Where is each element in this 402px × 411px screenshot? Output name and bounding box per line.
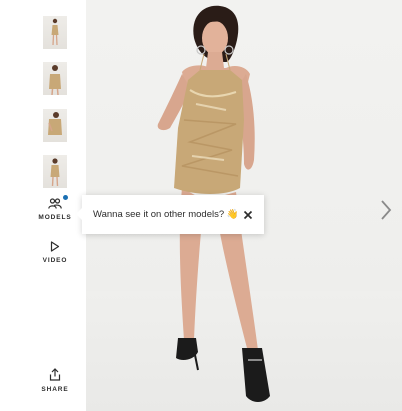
models-tooltip: Wanna see it on other models? 👋	[76, 195, 264, 234]
models-label: MODELS	[38, 214, 72, 221]
video-label: VIDEO	[42, 257, 68, 264]
share-button[interactable]: SHARE	[34, 368, 76, 393]
thumbnail-front[interactable]	[43, 16, 67, 49]
models-button[interactable]: MODELS	[34, 195, 76, 221]
thumbnail-close-up-image	[49, 65, 61, 95]
models-notification-dot	[63, 195, 68, 200]
video-button[interactable]: VIDEO	[34, 241, 76, 264]
share-label: SHARE	[41, 386, 69, 393]
thumbnail-back-image	[50, 158, 60, 187]
close-icon[interactable]	[242, 209, 254, 221]
share-icon	[49, 368, 61, 381]
thumbnail-back[interactable]	[43, 155, 67, 188]
tooltip-message: Wanna see it on other models? 👋	[93, 209, 239, 220]
thumbnail-side[interactable]	[43, 109, 67, 142]
thumbnail-side-image	[48, 112, 62, 135]
gallery-rail: MODELS VIDEO SHARE	[0, 0, 86, 411]
people-icon	[48, 198, 62, 209]
play-icon	[50, 241, 60, 252]
thumbnail-front-image	[51, 18, 59, 46]
thumbnail-close-up[interactable]	[43, 62, 67, 95]
chevron-right-icon[interactable]	[379, 198, 393, 222]
